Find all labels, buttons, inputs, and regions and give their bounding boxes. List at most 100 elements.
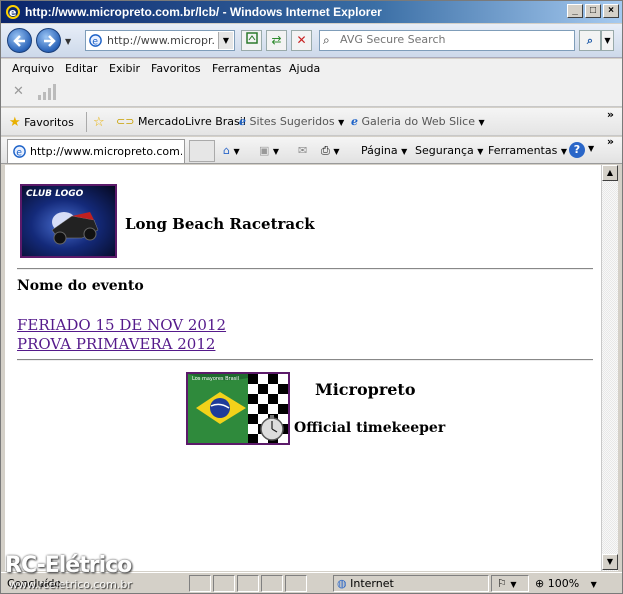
printer-icon: ⎙ bbox=[321, 144, 330, 157]
tools-menu-label: Ferramentas bbox=[488, 144, 558, 157]
favorite-label: Galeria do Web Slice bbox=[361, 115, 476, 128]
signal-bars-icon bbox=[38, 84, 56, 100]
event-link-feriado[interactable]: FERIADO 15 DE NOV 2012 bbox=[17, 316, 226, 334]
rss-icon: ▣ bbox=[259, 144, 270, 157]
address-dropdown[interactable]: ▼ bbox=[218, 32, 233, 49]
add-favorite-icon: ☆ bbox=[93, 115, 105, 130]
club-logo-image: CLUB LOGO bbox=[20, 184, 117, 258]
svg-text:e: e bbox=[16, 147, 22, 158]
page-menu-label: Página bbox=[361, 144, 398, 157]
vertical-scrollbar[interactable]: ▲ ▼ bbox=[601, 165, 618, 571]
ie-icon: e bbox=[6, 5, 20, 19]
menu-editar[interactable]: Editar bbox=[65, 62, 98, 75]
favorites-bar: ★ Favoritos ☆ ⊂⊃ MercadoLivre Brasil ℯ S… bbox=[1, 108, 622, 136]
refresh-button[interactable]: ⇄ bbox=[266, 30, 287, 51]
menu-ajuda[interactable]: Ajuda bbox=[289, 62, 320, 75]
site-title: Long Beach Racetrack bbox=[125, 215, 315, 233]
zoom-icon: ⊕ bbox=[535, 577, 545, 590]
back-arrow-icon bbox=[13, 35, 25, 47]
title-bar: e http://www.micropreto.com.br/lcb/ - Wi… bbox=[1, 1, 622, 23]
zoom-level: 100% bbox=[547, 577, 580, 590]
tab-ie-icon: e bbox=[13, 145, 26, 158]
favorite-label: Sites Sugeridos bbox=[249, 115, 335, 128]
help-icon[interactable]: ? bbox=[569, 142, 585, 158]
menu-arquivo[interactable]: Arquivo bbox=[12, 62, 54, 75]
scroll-down-button[interactable]: ▼ bbox=[602, 554, 618, 570]
sponsor-name: Micropreto bbox=[315, 380, 416, 399]
security-zone: ◍ Internet bbox=[337, 577, 394, 590]
more-chevron-icon[interactable]: » bbox=[607, 108, 614, 121]
command-more-chevron-icon[interactable]: » bbox=[607, 135, 614, 148]
favorites-button[interactable]: ★ Favoritos bbox=[9, 115, 74, 130]
favorite-label: MercadoLivre Brasil bbox=[137, 115, 246, 128]
search-field[interactable]: ⌕ bbox=[319, 30, 575, 51]
stop-button[interactable]: ✕ bbox=[291, 30, 312, 51]
divider bbox=[17, 359, 593, 361]
event-link-primavera[interactable]: PROVA PRIMAVERA 2012 bbox=[17, 335, 215, 353]
watermark-title: RC-Elétrico bbox=[5, 553, 132, 578]
security-menu-button[interactable]: Segurança ▼ bbox=[415, 144, 483, 157]
watermark-url: www.rceletrico.com.br bbox=[9, 578, 132, 591]
favorites-star-icon: ★ bbox=[9, 115, 21, 130]
ie-page-icon: e bbox=[89, 34, 102, 47]
print-button[interactable]: ⎙ ▼ bbox=[321, 144, 339, 158]
forward-button[interactable] bbox=[36, 28, 61, 53]
stop-icon: ✕ bbox=[296, 33, 307, 47]
page-content: CLUB LOGO Long Beach Racetrack Nome do e… bbox=[5, 165, 601, 571]
minimize-button[interactable]: _ bbox=[567, 4, 583, 18]
menu-exibir[interactable]: Exibir bbox=[109, 62, 140, 75]
home-button[interactable]: ⌂ ▼ bbox=[223, 144, 240, 157]
back-button[interactable] bbox=[7, 28, 32, 53]
search-button[interactable]: ⌕ bbox=[579, 30, 601, 51]
search-options-dropdown[interactable]: ▼ bbox=[601, 30, 614, 51]
favorite-web-slice[interactable]: ℯ Galeria do Web Slice ▼ bbox=[351, 115, 485, 128]
sponsor-role: Official timekeeper bbox=[294, 420, 446, 436]
favorite-sites-sugeridos[interactable]: ℯ Sites Sugeridos ▼ bbox=[239, 115, 344, 128]
menu-bar: Arquivo Editar Exibir Favoritos Ferramen… bbox=[1, 59, 622, 79]
zoom-control[interactable]: ⊕ 100% ▼ bbox=[535, 577, 597, 590]
address-field[interactable]: e http://www.micropr... ▼ bbox=[85, 30, 235, 51]
feeds-button[interactable]: ▣ ▼ bbox=[259, 144, 279, 157]
navigation-bar: ▼ e http://www.micropr... ▼ ⇄ ✕ ⌕ ⌕ ▼ bbox=[1, 24, 622, 58]
magnifier-icon: ⌕ bbox=[586, 34, 594, 47]
svg-text:e: e bbox=[92, 36, 98, 47]
lock-icon: ⚐ ▼ bbox=[497, 577, 517, 590]
favorite-mercadolivre[interactable]: ⊂⊃ MercadoLivre Brasil bbox=[116, 115, 246, 128]
compatibility-icon bbox=[245, 32, 258, 44]
window-title: http://www.micropreto.com.br/lcb/ - Wind… bbox=[25, 5, 382, 19]
maximize-button[interactable]: □ bbox=[585, 4, 601, 18]
compatibility-view-button[interactable] bbox=[241, 30, 262, 51]
divider bbox=[17, 268, 593, 270]
close-button[interactable]: × bbox=[603, 4, 619, 18]
ie-favorite-icon: ℯ bbox=[239, 115, 246, 128]
search-icon: ⌕ bbox=[323, 33, 330, 47]
brazil-flag-stopwatch-icon bbox=[188, 374, 288, 443]
web-slice-icon: ℯ bbox=[351, 115, 358, 128]
events-heading: Nome do evento bbox=[17, 278, 144, 294]
handshake-icon: ⊂⊃ bbox=[116, 115, 135, 128]
address-text: http://www.micropr... bbox=[107, 34, 215, 47]
rc-car-icon bbox=[51, 212, 99, 245]
refresh-icon: ⇄ bbox=[271, 33, 282, 47]
new-tab-button[interactable] bbox=[189, 140, 215, 162]
menu-favoritos[interactable]: Favoritos bbox=[151, 62, 201, 75]
menu-ferramentas[interactable]: Ferramentas bbox=[212, 62, 281, 75]
page-menu-button[interactable]: Página ▼ bbox=[361, 144, 407, 157]
svg-text:e: e bbox=[9, 6, 16, 19]
favorites-label: Favoritos bbox=[24, 116, 74, 129]
home-icon: ⌂ bbox=[223, 144, 230, 157]
scroll-up-button[interactable]: ▲ bbox=[602, 165, 618, 181]
mail-icon: ✉ bbox=[298, 144, 308, 157]
globe-icon: ◍ bbox=[337, 577, 347, 590]
zone-label: Internet bbox=[350, 577, 394, 590]
add-favorite-button[interactable]: ☆ bbox=[93, 115, 105, 130]
toolbar-row: ✕ bbox=[1, 79, 622, 107]
tab-micropreto[interactable]: e http://www.micropreto.com.... bbox=[7, 139, 185, 163]
search-input[interactable] bbox=[340, 33, 570, 46]
tools-menu-button[interactable]: Ferramentas ▼ bbox=[488, 144, 567, 157]
forward-arrow-icon bbox=[44, 35, 56, 47]
mail-button[interactable]: ✉ bbox=[298, 144, 307, 157]
micropreto-logo-image: Los mayores Brasil bbox=[186, 372, 290, 445]
recent-pages-dropdown[interactable]: ▼ bbox=[65, 37, 71, 46]
close-toolbar-icon[interactable]: ✕ bbox=[13, 84, 24, 99]
